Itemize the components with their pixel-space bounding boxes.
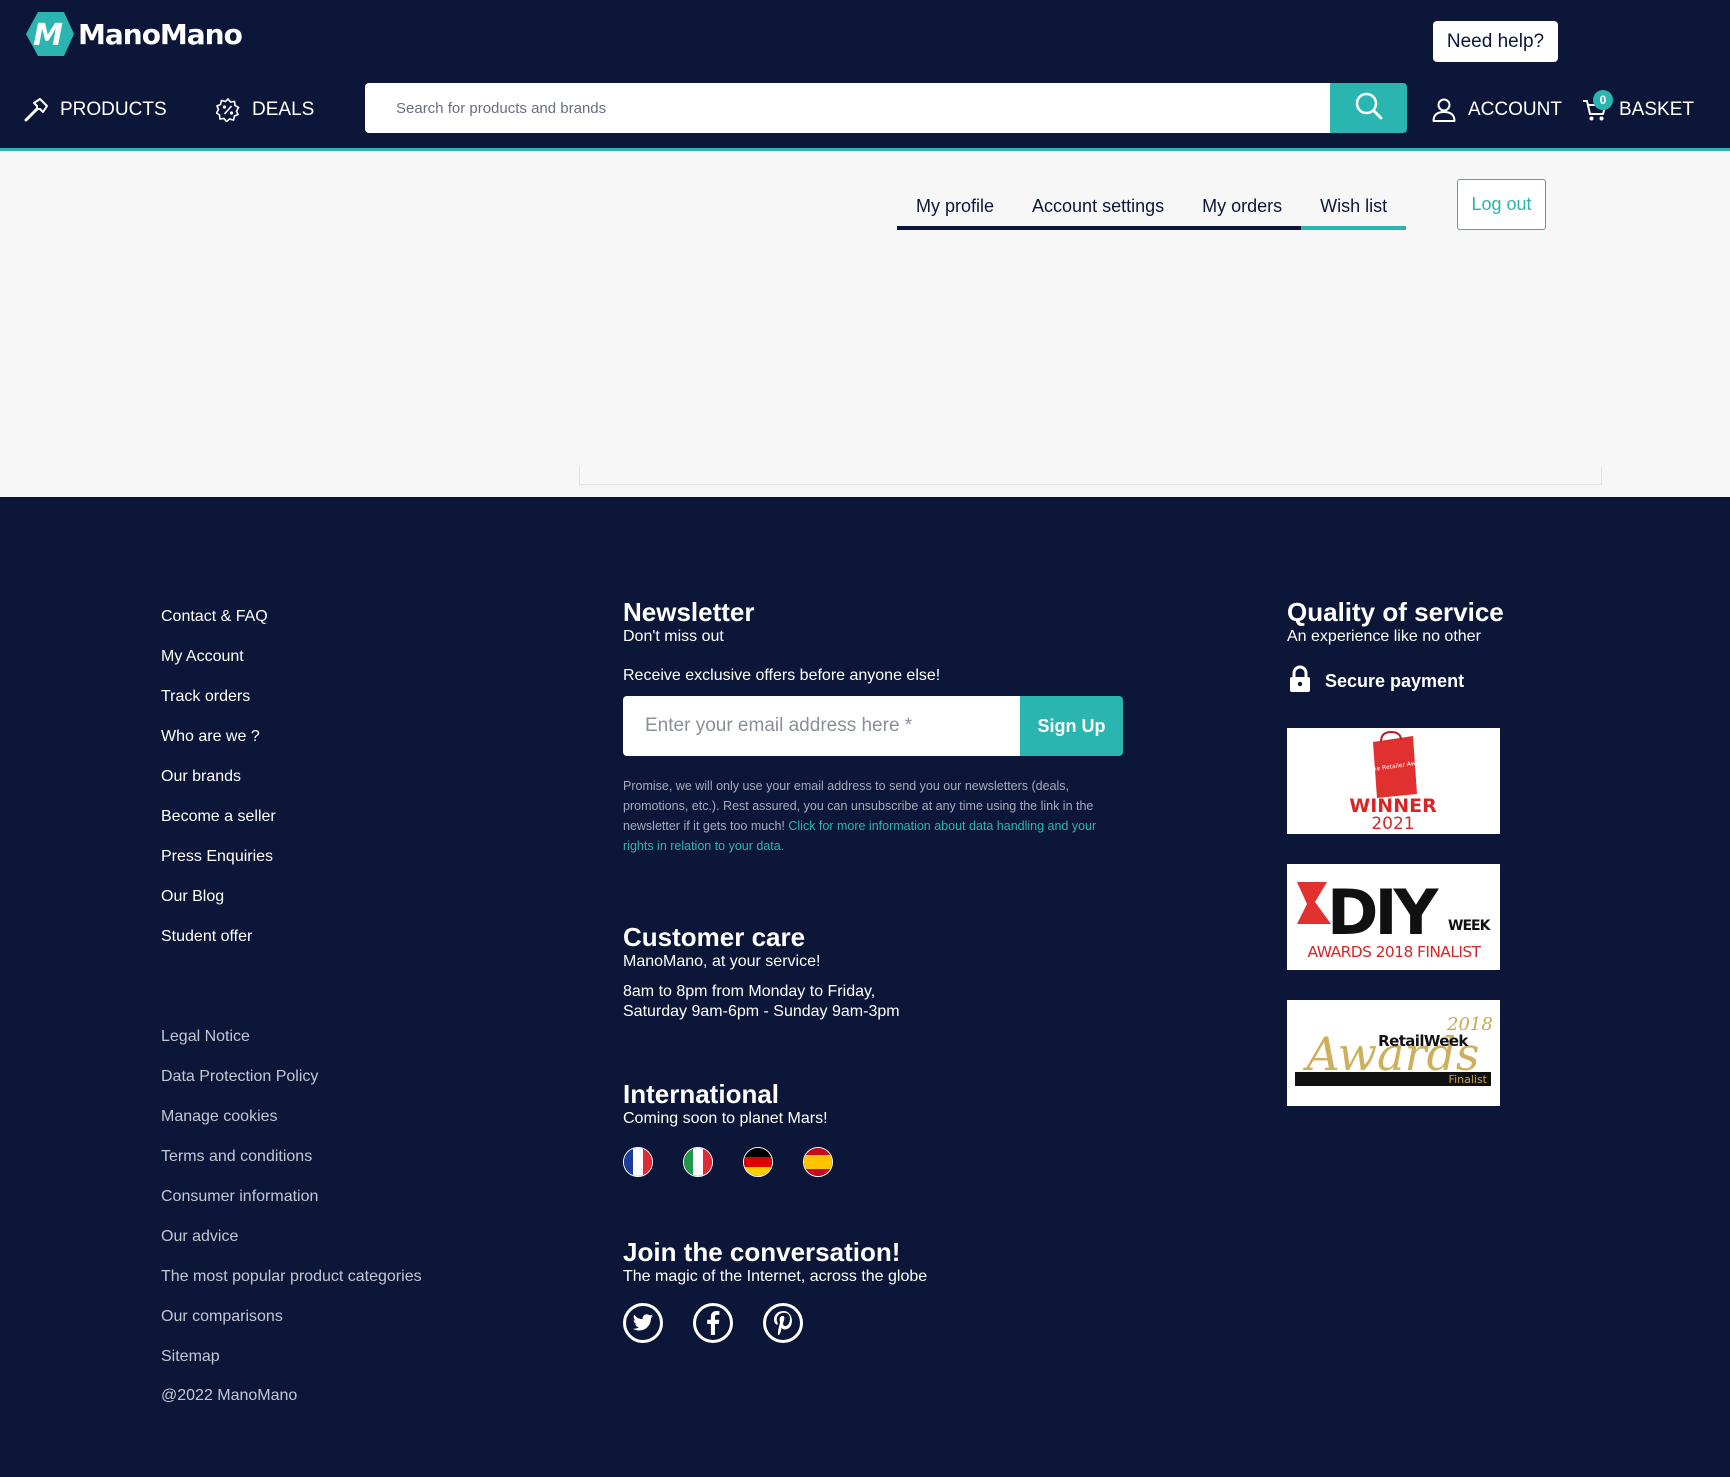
site-header: M ManoMano Need help? PRODUCTS DEALS ACC… <box>0 0 1730 151</box>
germany-flag-icon[interactable] <box>743 1147 773 1177</box>
international-section: International Coming soon to planet Mars… <box>623 1079 863 1177</box>
customer-care-section: Customer care ManoMano, at your service!… <box>623 922 900 1022</box>
award2-sub-text: AWARDS 2018 FINALIST <box>1308 943 1482 961</box>
customer-care-hours: 8am to 8pm from Monday to Friday, Saturd… <box>623 982 900 1022</box>
customer-care-subtitle: ManoMano, at your service! <box>623 953 821 970</box>
footer-link-legal-notice[interactable]: Legal Notice <box>161 1027 422 1067</box>
newsletter-subtitle: Don't miss out <box>623 628 724 645</box>
footer-link-manage-cookies[interactable]: Manage cookies <box>161 1107 422 1147</box>
footer-link-student-offer[interactable]: Student offer <box>161 927 276 967</box>
hours-weekend: Saturday 9am-6pm - Sunday 9am-3pm <box>623 1003 900 1020</box>
lock-icon <box>1289 665 1313 698</box>
diy-week-award-2018: DIY WEEK AWARDS 2018 FINALIST <box>1287 864 1500 970</box>
footer-link-my-account[interactable]: My Account <box>161 647 276 687</box>
account-area: My profile Account settings My orders Wi… <box>0 151 1730 497</box>
account-tabs: My profile Account settings My orders Wi… <box>897 196 1407 230</box>
footer-links: Contact & FAQ My Account Track orders Wh… <box>161 607 276 967</box>
logout-button[interactable]: Log out <box>1457 179 1546 230</box>
secure-payment: Secure payment <box>1287 665 1547 698</box>
newsletter-section: Newsletter Don't miss out Receive exclus… <box>623 597 1143 856</box>
footer-middle-column: Newsletter Don't miss out Receive exclus… <box>623 597 1143 1343</box>
search-icon <box>1354 91 1384 126</box>
svg-text:M: M <box>33 18 63 53</box>
award3-brand-text: RetailWeek <box>1378 1032 1469 1050</box>
social-section: Join the conversation! The magic of the … <box>623 1237 927 1343</box>
deals-label: DEALS <box>252 99 315 120</box>
footer-link-blog[interactable]: Our Blog <box>161 887 276 927</box>
content-panel <box>579 467 1602 485</box>
logo-mark-icon: M <box>24 10 74 58</box>
retail-week-award-2018: 2018 Awards RetailWeek Finalist <box>1287 1000 1500 1106</box>
products-label: PRODUCTS <box>60 99 167 120</box>
footer-link-popular-categories[interactable]: The most popular product categories <box>161 1267 422 1307</box>
footer-right-column: Quality of service An experience like no… <box>1287 597 1547 1106</box>
footer-link-terms[interactable]: Terms and conditions <box>161 1147 422 1187</box>
tab-my-profile[interactable]: My profile <box>897 196 1013 226</box>
online-retailer-award-2021: Online Retailer Awards WINNER 2021 <box>1287 728 1500 834</box>
france-flag-icon[interactable] <box>623 1147 653 1177</box>
newsletter-title: Newsletter <box>623 597 755 627</box>
search-button[interactable] <box>1330 83 1407 133</box>
footer-link-press[interactable]: Press Enquiries <box>161 847 276 887</box>
footer-link-contact[interactable]: Contact & FAQ <box>161 607 276 647</box>
user-icon <box>1430 96 1458 124</box>
hours-weekdays: 8am to 8pm from Monday to Friday, <box>623 983 876 1000</box>
italy-flag-icon[interactable] <box>683 1147 713 1177</box>
newsletter-signup-button[interactable]: Sign Up <box>1020 696 1123 756</box>
manomano-logo[interactable]: M ManoMano <box>24 10 243 58</box>
footer-link-comparisons[interactable]: Our comparisons <box>161 1307 422 1347</box>
search-input[interactable] <box>365 83 1330 133</box>
account-label: ACCOUNT <box>1468 99 1562 120</box>
spain-flag-icon[interactable] <box>803 1147 833 1177</box>
newsletter-offer: Receive exclusive offers before anyone e… <box>623 667 941 684</box>
footer-link-who-are-we[interactable]: Who are we ? <box>161 727 276 767</box>
products-menu-button[interactable]: PRODUCTS <box>22 95 167 125</box>
tab-my-orders[interactable]: My orders <box>1183 196 1301 226</box>
need-help-button[interactable]: Need help? <box>1433 21 1558 62</box>
cart-icon: 0 <box>1581 90 1613 124</box>
newsletter-note: Promise, we will only use your email add… <box>623 776 1128 856</box>
facebook-icon[interactable] <box>693 1303 733 1343</box>
footer-link-consumer-info[interactable]: Consumer information <box>161 1187 422 1227</box>
footer-link-sitemap[interactable]: Sitemap <box>161 1347 422 1387</box>
logo-text: ManoMano <box>78 17 243 51</box>
award2-week-text: WEEK <box>1448 918 1492 934</box>
deals-badge-icon <box>214 96 242 124</box>
hammer-icon <box>22 96 50 124</box>
newsletter-form: Sign Up <box>623 696 1123 756</box>
tab-wish-list[interactable]: Wish list <box>1301 196 1407 230</box>
newsletter-email-input[interactable] <box>623 696 1020 756</box>
quality-title: Quality of service <box>1287 597 1504 627</box>
search-bar <box>365 83 1407 133</box>
footer-link-track-orders[interactable]: Track orders <box>161 687 276 727</box>
footer-legal-links: Legal Notice Data Protection Policy Mana… <box>161 1027 422 1405</box>
footer-link-our-brands[interactable]: Our brands <box>161 767 276 807</box>
secure-payment-label: Secure payment <box>1325 671 1465 691</box>
customer-care-title: Customer care <box>623 922 806 952</box>
footer-link-data-protection[interactable]: Data Protection Policy <box>161 1067 422 1107</box>
basket-count-badge: 0 <box>1593 90 1613 110</box>
country-flags <box>623 1147 863 1177</box>
basket-button[interactable]: 0 BASKET <box>1581 90 1694 125</box>
quality-subtitle: An experience like no other <box>1287 628 1481 645</box>
account-button[interactable]: ACCOUNT <box>1430 95 1562 125</box>
basket-label: BASKET <box>1619 99 1694 120</box>
international-title: International <box>623 1079 780 1109</box>
copyright: @2022 ManoMano <box>161 1387 298 1404</box>
site-footer: Contact & FAQ My Account Track orders Wh… <box>0 497 1730 1477</box>
award1-year-text: 2021 <box>1371 814 1414 834</box>
pinterest-icon[interactable] <box>763 1303 803 1343</box>
tab-account-settings[interactable]: Account settings <box>1013 196 1183 226</box>
twitter-icon[interactable] <box>623 1303 663 1343</box>
international-subtitle: Coming soon to planet Mars! <box>623 1110 828 1127</box>
social-subtitle: The magic of the Internet, across the gl… <box>623 1268 928 1285</box>
footer-link-become-seller[interactable]: Become a seller <box>161 807 276 847</box>
social-links <box>623 1303 927 1343</box>
footer-link-our-advice[interactable]: Our advice <box>161 1227 422 1267</box>
award3-finalist-text: Finalist <box>1449 1073 1488 1086</box>
award2-diy-text: DIY <box>1327 876 1440 949</box>
social-title: Join the conversation! <box>623 1237 901 1267</box>
deals-menu-button[interactable]: DEALS <box>214 95 314 125</box>
